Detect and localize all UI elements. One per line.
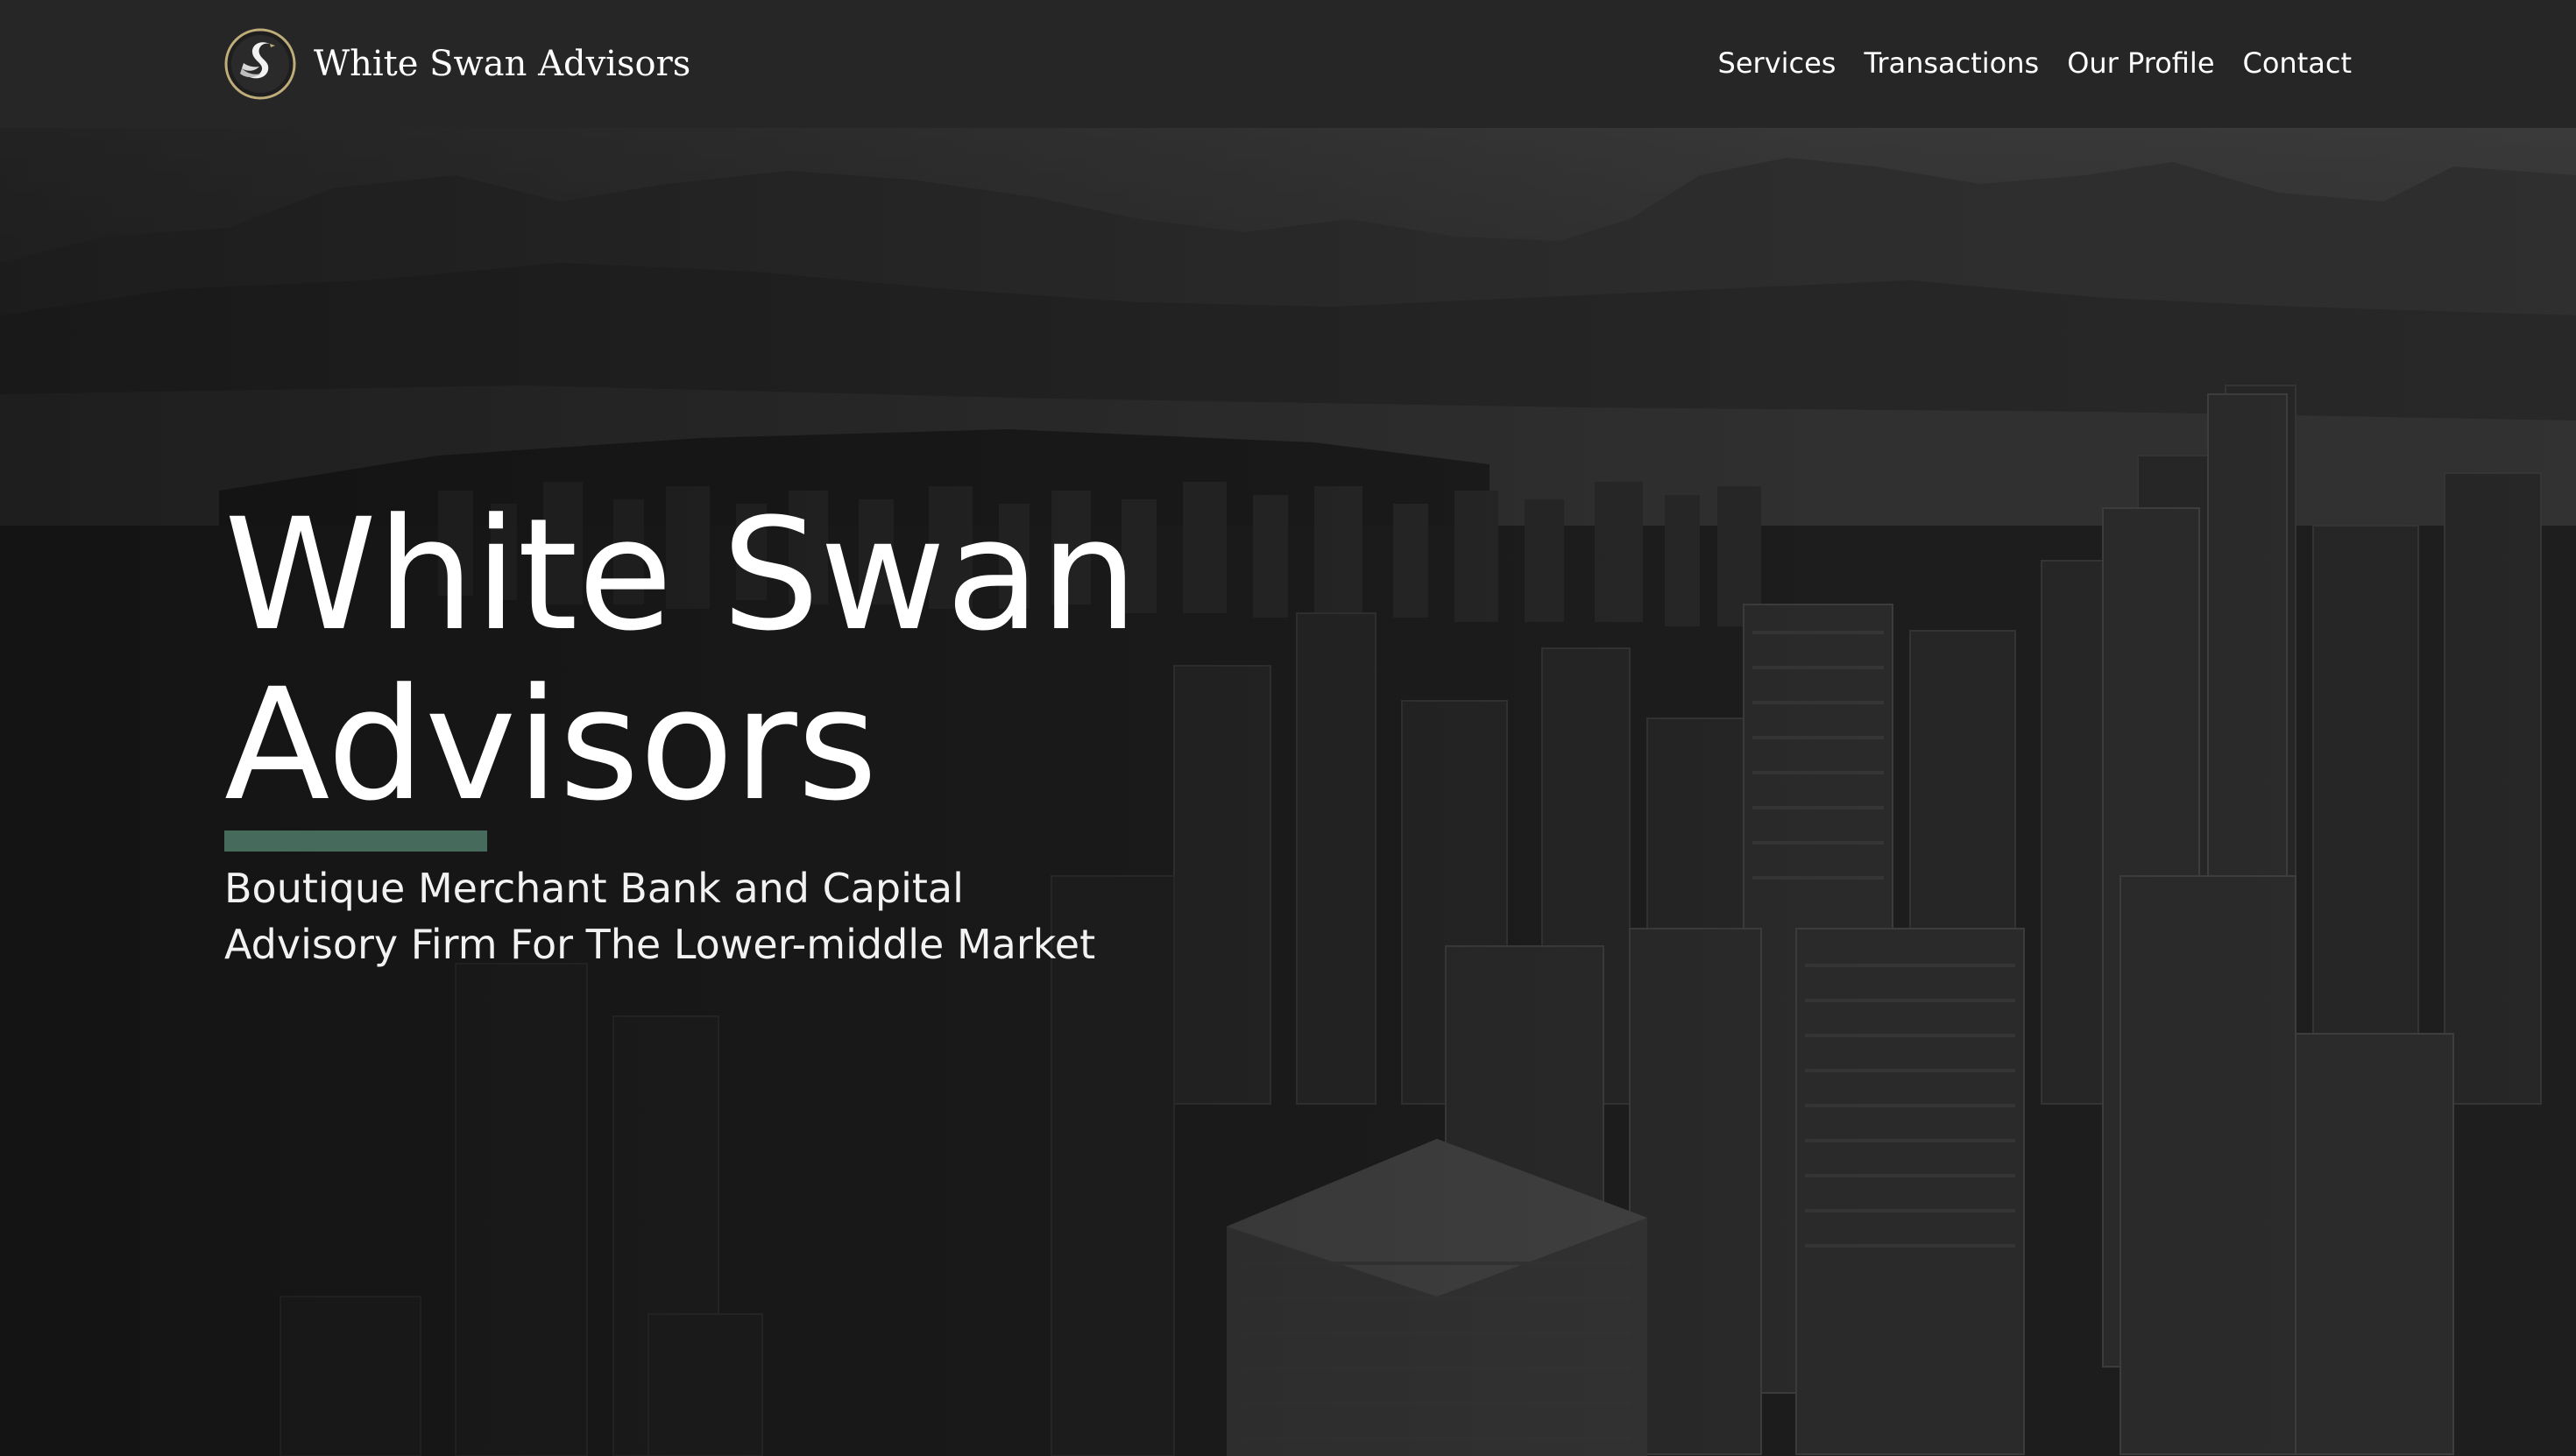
- brand-name: White Swan Advisors: [314, 44, 691, 84]
- hero-title-line-1: White Swan: [224, 485, 1138, 665]
- nav-link-contact[interactable]: Contact: [2243, 40, 2353, 86]
- site-header: White Swan Advisors Services Transaction…: [0, 0, 2576, 128]
- brand-home-link[interactable]: White Swan Advisors: [224, 25, 690, 103]
- hero-subtitle-line-1: Boutique Merchant Bank and Capital: [224, 865, 964, 912]
- nav-link-transactions[interactable]: Transactions: [1864, 40, 2039, 86]
- hero-section: White Swan Advisors Boutique Merchant Ba…: [224, 491, 1451, 972]
- nav-link-our-profile[interactable]: Our Profile: [2067, 40, 2214, 86]
- main-navigation: Services Transactions Our Profile Contac…: [1718, 40, 2352, 86]
- hero-title-line-2: Advisors: [224, 655, 878, 835]
- hero-subtitle: Boutique Merchant Bank and Capital Advis…: [224, 860, 1241, 972]
- hero-title: White Swan Advisors: [224, 491, 1451, 830]
- nav-link-services[interactable]: Services: [1718, 40, 1836, 86]
- hero-subtitle-line-2: Advisory Firm For The Lower-middle Marke…: [224, 921, 1096, 968]
- swan-logo-icon: [224, 28, 296, 100]
